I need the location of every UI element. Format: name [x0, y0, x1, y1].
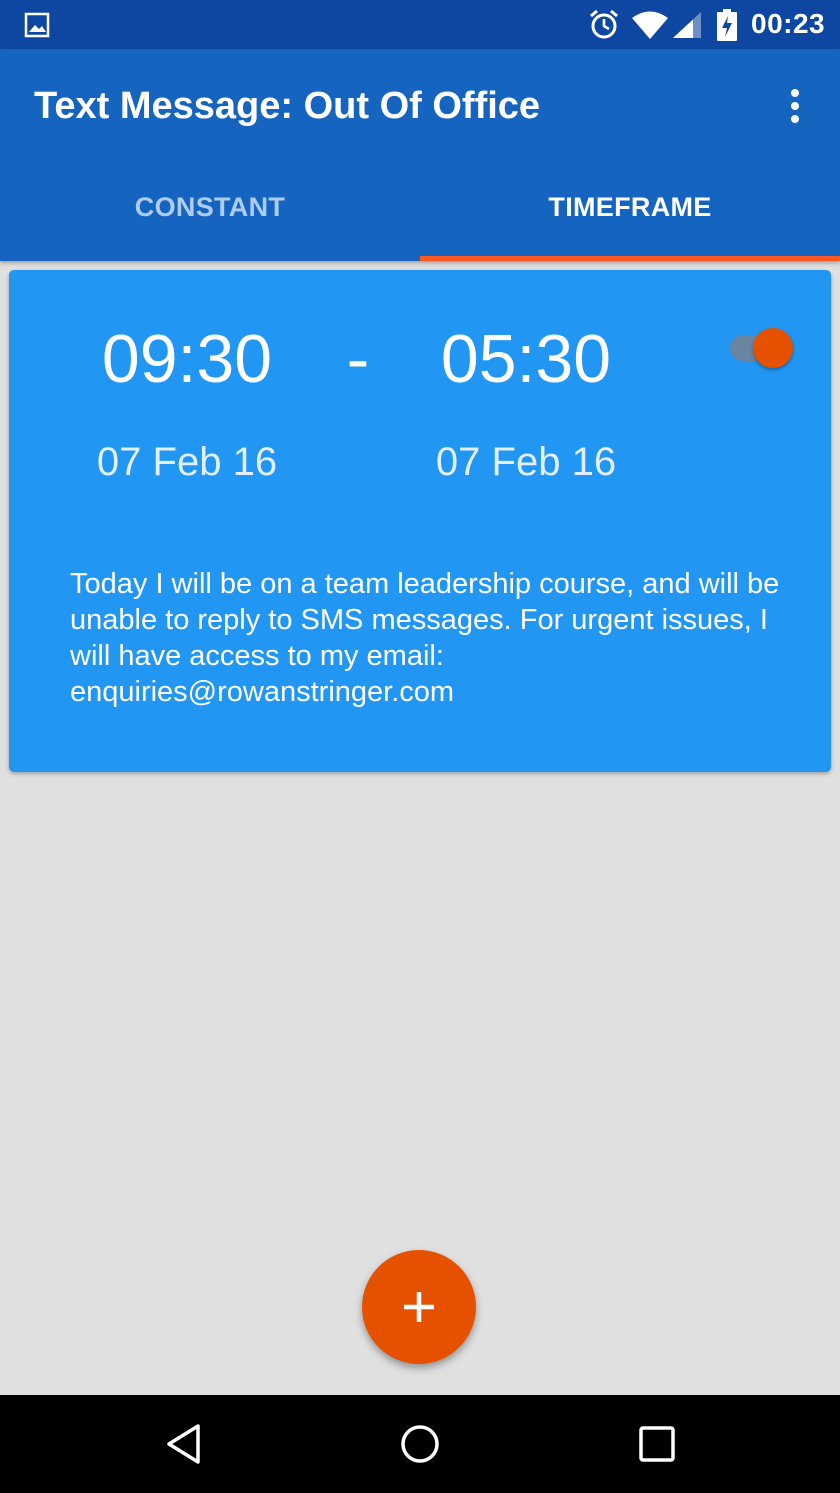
time-separator: - [346, 321, 370, 397]
battery-charging-icon [716, 9, 738, 46]
tab-timeframe-label: TIMEFRAME [548, 191, 712, 222]
gallery-icon [24, 12, 50, 43]
more-vert-icon[interactable] [780, 87, 810, 127]
start-date[interactable]: 07 Feb 16 [67, 440, 307, 485]
tab-indicator [420, 256, 840, 261]
recents-icon[interactable] [632, 1419, 682, 1469]
tab-constant[interactable]: CONSTANT [0, 153, 420, 261]
status-bar: 00:23 [0, 0, 840, 49]
message-text: Today I will be on a team leadership cou… [70, 568, 780, 708]
wifi-icon [632, 11, 668, 44]
home-icon[interactable] [395, 1419, 445, 1469]
tab-timeframe[interactable]: TIMEFRAME [420, 153, 840, 261]
signal-icon [673, 12, 701, 43]
toggle-thumb [753, 328, 793, 368]
start-time[interactable]: 09:30 [67, 320, 307, 398]
add-button[interactable] [362, 1250, 476, 1364]
app-bar: Text Message: Out Of Office CONSTANT TIM… [0, 49, 840, 261]
end-time[interactable]: 05:30 [406, 320, 646, 398]
page-title: Text Message: Out Of Office [34, 85, 541, 127]
navigation-bar [0, 1395, 840, 1493]
enable-toggle[interactable] [727, 326, 795, 370]
status-clock: 00:23 [751, 8, 826, 39]
end-date[interactable]: 07 Feb 16 [406, 440, 646, 485]
back-icon[interactable] [160, 1419, 210, 1469]
add-icon [404, 1292, 434, 1322]
tab-constant-label: CONSTANT [134, 191, 286, 222]
timeframe-card[interactable]: 09:30 - 05:30 07 Feb 16 07 Feb 16 Today … [9, 270, 831, 772]
alarm-icon [588, 8, 620, 45]
